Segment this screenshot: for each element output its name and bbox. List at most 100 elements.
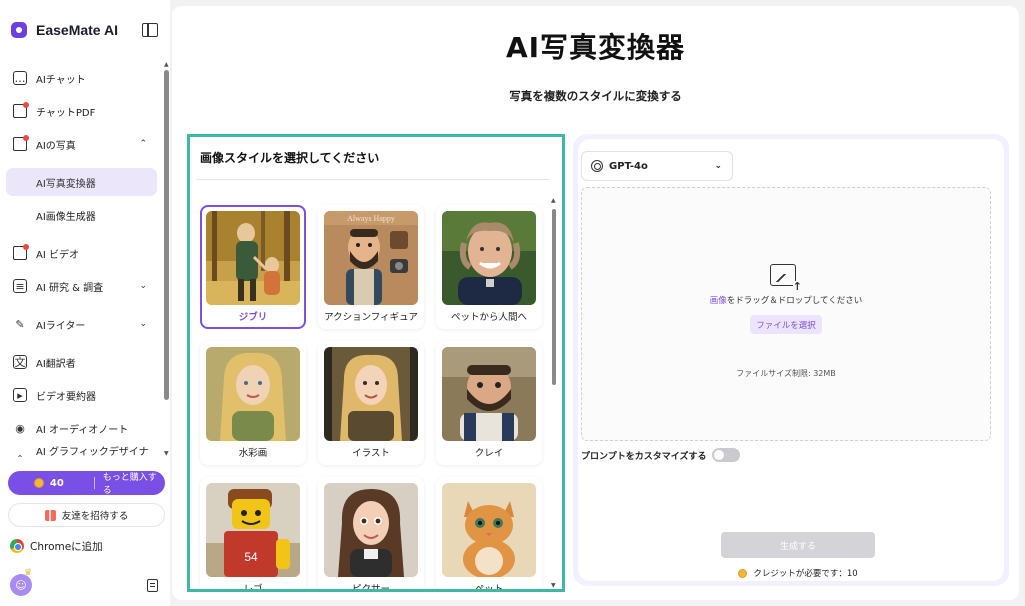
sidebar-item-ai-photo[interactable]: AIの写真 ⌃ [6,130,157,158]
pen-icon: ✎ [15,317,25,331]
style-card-label: アクションフィギュア [324,312,418,323]
sidebar-item-video-summarizer[interactable]: ▸ ビデオ要約器 [6,381,157,409]
add-to-chrome-link[interactable]: Chromeに追加 [8,537,165,555]
credits-count: 40 [49,477,64,489]
crown-icon: ♛ [24,568,33,578]
customize-prompt-label: プロンプトをカスタマイズする [581,451,707,462]
style-card-clay[interactable]: クレイ [436,341,542,465]
style-card-label: ピクサー [318,581,424,589]
photo-icon [13,135,29,151]
coin-icon [738,568,748,578]
chrome-label: Chromeに追加 [30,540,103,553]
style-card-pet[interactable]: ペット [436,477,542,589]
sidebar-item-label: AI オーディオノート [36,424,129,436]
sidebar-nav: … AIチャット チャットPDF AIの写真 ⌃ AI写真変換器 AI画像生成器… [0,62,162,457]
sidebar-item-ai-chat[interactable]: … AIチャット [6,64,157,92]
action-figure-banner: Always Happy [347,214,395,223]
style-card-label: ジブリ [238,312,268,323]
chevron-down-icon: ⌄ [139,281,147,291]
sidebar-item-label: チャットPDF [36,107,96,119]
page-title: AI写真変換器 [505,31,686,64]
sidebar-item-label: AI グラフィックデザイナー [36,447,149,457]
style-card-pixar[interactable]: ピクサー [318,477,424,589]
easemate-logo-icon [11,22,27,38]
action-figure-thumbnail: Always Happy [324,211,418,305]
scroll-up-icon[interactable]: ▲ [551,197,556,204]
pdf-icon [13,102,29,118]
style-card-label: 水彩画 [238,448,268,459]
model-select-value: GPT-4o [609,160,648,172]
style-card-watercolor[interactable]: 水彩画 [200,341,306,465]
sidebar-scrollbar-thumb[interactable] [164,70,169,400]
sidebar-item-image-generator[interactable]: AI画像生成器 [6,201,157,229]
design-icon: ◈ [13,451,27,458]
buy-more-button[interactable]: もっと購入する [103,470,165,496]
main-content: AI写真変換器 写真を複数のスタイルに変換する 画像スタイルを選択してください [172,6,1019,600]
clay-thumbnail [442,347,536,441]
sidebar-item-photo-converter[interactable]: AI写真変換器 [6,168,157,196]
dropzone-text: 画像をドラッグ＆ドロップしてください [582,294,990,306]
sidebar-item-ai-research[interactable]: ≡ AI 研究 & 調査 ⌄ [6,272,157,300]
style-card-label: レゴ [200,581,306,589]
dropzone-instruction: をドラッグ＆ドロップしてください [726,296,863,306]
image-dropzone[interactable]: 画像をドラッグ＆ドロップしてください ファイルを選択 ファイルサイズ制限: 32… [581,187,991,441]
sidebar-collapse-icon[interactable] [142,23,158,37]
illustration-thumbnail [324,347,418,441]
style-panel-header: 画像スタイルを選択してください [200,151,380,165]
scroll-up-icon[interactable]: ▲ [164,62,169,68]
page-subtitle: 写真を複数のスタイルに変換する [509,89,682,103]
sidebar-item-label: AI翻訳者 [36,358,76,370]
style-card-illustration[interactable]: イラスト [318,341,424,465]
svg-text:54: 54 [244,550,258,564]
credit-requirement: クレジットが必要です：10 [578,567,1018,579]
watercolor-thumbnail [206,347,300,441]
style-grid-scrollbar-thumb[interactable] [552,209,556,385]
pet-thumbnail [442,483,536,577]
sidebar-item-ai-video[interactable]: AI ビデオ [6,239,157,267]
dropzone-highlight: 画像 [709,296,727,306]
invite-friends-button[interactable]: 友達を招待する [8,503,165,527]
lego-thumbnail: 54 [206,483,300,577]
divider [93,477,95,489]
sidebar-item-label: AIライター [36,320,86,332]
style-card-label: イラスト [352,448,390,459]
coin-icon [34,478,44,488]
customize-prompt-toggle[interactable] [712,448,741,462]
sidebar-item-ai-translator[interactable]: 文 AI翻訳者 [6,348,157,376]
sidebar-item-audio-notes[interactable]: ◉ AI オーディオノート [6,414,157,442]
sidebar-item-label: AI画像生成器 [36,211,96,223]
sidebar-item-label: AIチャット [36,74,86,86]
sidebar-item-label: AIの写真 [36,140,76,152]
style-card-pet-to-human[interactable]: ペットから人間へ [436,205,542,329]
play-icon: ▸ [13,388,27,402]
style-card-ghibli[interactable]: ジブリ [200,205,306,329]
style-card-lego[interactable]: 54 レゴ [200,477,306,589]
credits-bar[interactable]: 40 もっと購入する [8,470,165,496]
upload-panel-inner: GPT-4o ⌄ 画像をドラッグ＆ドロップしてください ファイルを選択 ファイル… [578,139,1004,581]
sidebar-scrollbar[interactable]: ▲ ▼ [164,62,169,457]
sidebar: EaseMate AI … AIチャット チャットPDF AIの写真 ⌃ AI写… [0,0,170,606]
pixar-thumbnail [324,483,418,577]
style-grid: ジブリ Always Happy アクションフィギュア ペットから人間へ 水彩画… [190,193,552,589]
choose-file-button[interactable]: ファイルを選択 [750,315,822,334]
chevron-down-icon: ⌄ [139,319,147,329]
generate-button[interactable]: 生成する [721,532,875,558]
scroll-down-icon[interactable]: ▼ [551,582,556,589]
chrome-icon [10,539,24,553]
sidebar-item-label: AI ビデオ [36,249,79,261]
sidebar-item-label: AI 研究 & 調査 [36,282,104,294]
ghibli-thumbnail [206,211,300,305]
sidebar-item-label: AI写真変換器 [36,178,96,190]
sidebar-item-ai-writer[interactable]: ✎ AIライター ⌄ [6,310,157,338]
style-card-label: ペットから人間へ [450,312,527,323]
sidebar-item-chat-pdf[interactable]: チャットPDF [6,97,157,125]
model-select[interactable]: GPT-4o ⌄ [581,151,733,181]
style-grid-scrollbar[interactable]: ▲ ▼ [551,197,557,589]
translate-icon: 文 [13,355,27,369]
scroll-down-icon[interactable]: ▼ [164,451,169,457]
style-card-action-figure[interactable]: Always Happy アクションフィギュア [318,205,424,329]
brand-name: EaseMate AI [36,22,118,38]
sidebar-item-graphic-designer[interactable]: ◈ AI グラフィックデザイナー [6,444,157,457]
notes-icon[interactable] [147,579,158,592]
divider [196,179,550,180]
